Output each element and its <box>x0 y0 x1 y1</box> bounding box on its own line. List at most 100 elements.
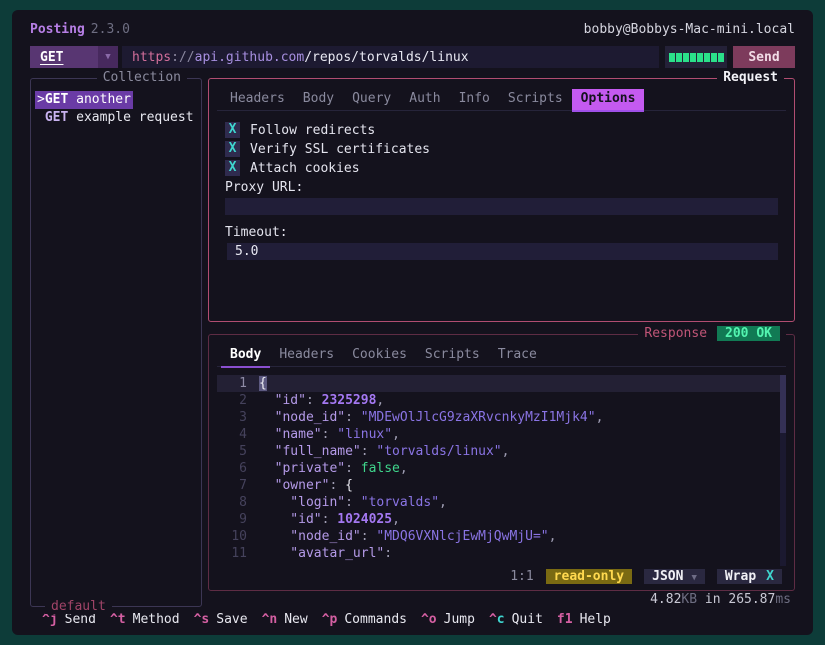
keybinding-key: ^n <box>262 612 278 627</box>
wrap-label: Wrap <box>725 569 756 584</box>
keybinding-quit[interactable]: ^c Quit <box>489 612 557 627</box>
keybinding-key: ^p <box>322 612 338 627</box>
checkbox-label: Follow redirects <box>250 122 375 139</box>
keybinding-jump[interactable]: ^oJump <box>421 612 489 627</box>
response-body-editor[interactable]: 1{2 "id": 2325298,3 "node_id": "MDEwOlJl… <box>217 375 786 566</box>
request-tab-body[interactable]: Body <box>294 89 343 110</box>
keybinding-method[interactable]: ^tMethod <box>110 612 194 627</box>
checkbox-label: Verify SSL certificates <box>250 141 430 158</box>
keybinding-key: ^s <box>194 612 210 627</box>
response-tab-headers[interactable]: Headers <box>270 345 343 366</box>
timeout-label: Timeout: <box>225 224 778 242</box>
progress-block <box>669 53 675 62</box>
line-number: 3 <box>217 409 247 426</box>
request-tab-query[interactable]: Query <box>343 89 400 110</box>
code-token: "avatar_url" <box>259 546 384 561</box>
progress-block <box>704 53 710 62</box>
top-bar: Posting2.3.0 bobby@Bobbys-Mac-mini.local <box>30 18 795 40</box>
keybinding-key: ^c <box>489 612 505 627</box>
code-line: 7 "owner": { <box>217 477 786 494</box>
url-host: api.github.com <box>195 50 305 65</box>
main-area: Collection >GET another GET example requ… <box>30 78 795 607</box>
request-tab-info[interactable]: Info <box>450 89 499 110</box>
code-token: , <box>596 410 604 425</box>
terminal-frame: Posting2.3.0 bobby@Bobbys-Mac-mini.local… <box>0 0 825 645</box>
code-token: "MDEwOlJlcG9zaXRvcnkyMzI1Mjk4" <box>361 410 596 425</box>
option-checkbox-row[interactable]: XAttach cookies <box>225 159 778 177</box>
response-size-unit: KB <box>681 592 697 607</box>
method-select[interactable]: GET ▼ <box>30 46 118 68</box>
checkbox-checked-icon[interactable]: X <box>225 141 240 157</box>
option-checkbox-row[interactable]: X Verify SSL certificates <box>225 140 778 158</box>
request-method-label: GET <box>45 110 68 125</box>
code-token: "id" <box>259 393 306 408</box>
code-content: "avatar_url": <box>247 545 392 562</box>
response-title: Response <box>644 326 707 341</box>
code-token: , <box>392 427 400 442</box>
collection-panel: Collection >GET another GET example requ… <box>30 78 202 607</box>
checkbox-checked-icon[interactable]: X <box>225 160 240 176</box>
code-token: , <box>439 495 447 510</box>
timeout-input[interactable]: 5.0 <box>227 243 778 260</box>
keybinding-label: New <box>284 612 307 627</box>
url-protocol: https <box>132 50 171 65</box>
response-tab-body[interactable]: Body <box>221 345 270 366</box>
line-number: 4 <box>217 426 247 443</box>
code-content: "node_id": "MDEwOlJlcG9zaXRvcnkyMzI1Mjk4… <box>247 409 603 426</box>
keybinding-commands[interactable]: ^p Commands <box>322 612 421 627</box>
collection-item[interactable]: >GET another <box>35 91 133 109</box>
keybinding-help[interactable]: f1Help <box>557 612 625 627</box>
code-token: : <box>361 529 377 544</box>
line-number: 8 <box>217 494 247 511</box>
app-title: Posting2.3.0 <box>30 22 130 37</box>
collection-footer-label: default <box>45 599 112 614</box>
response-tabs: BodyHeadersCookiesScriptsTrace <box>217 345 786 367</box>
right-column: Request HeadersBodyQueryAuthInfoScriptsO… <box>208 78 795 607</box>
line-number: 7 <box>217 477 247 494</box>
request-tab-headers[interactable]: Headers <box>221 89 294 110</box>
option-checkbox-row[interactable]: X Follow redirects <box>225 121 778 139</box>
keybinding-new[interactable]: ^n New <box>262 612 322 627</box>
response-tab-cookies[interactable]: Cookies <box>343 345 416 366</box>
editor-scrollbar[interactable] <box>780 375 786 566</box>
url-bar: GET ▼ https://api.github.com/repos/torva… <box>30 46 795 68</box>
url-separator: :// <box>171 50 194 65</box>
code-token: , <box>400 461 408 476</box>
keybinding-label: Commands <box>344 612 407 627</box>
collection-title: Collection <box>97 70 187 85</box>
url-input[interactable]: https://api.github.com/repos/torvalds/li… <box>122 46 659 68</box>
keybinding-label: Quit <box>512 612 543 627</box>
code-token: "full_name" <box>259 444 361 459</box>
code-token: : <box>345 461 361 476</box>
send-button[interactable]: Send <box>733 46 795 68</box>
scrollbar-thumb[interactable] <box>780 375 786 433</box>
code-token: "torvalds" <box>361 495 439 510</box>
request-name-label: example request <box>68 110 193 125</box>
request-tab-options[interactable]: Options <box>572 89 645 110</box>
app-version: 2.3.0 <box>91 22 130 37</box>
code-content: "node_id": "MDQ6VXNlcjEwMjQwMjU=", <box>247 528 556 545</box>
request-tab-auth[interactable]: Auth <box>400 89 449 110</box>
keybinding-save[interactable]: ^sSave <box>194 612 262 627</box>
status-badge: 200 OK <box>717 326 780 341</box>
progress-bar <box>665 46 727 68</box>
response-tab-trace[interactable]: Trace <box>489 345 546 366</box>
response-tab-scripts[interactable]: Scripts <box>416 345 489 366</box>
keybindings-footer: ^jSend^tMethod^sSave^nNew^pCommands^oJum… <box>30 607 795 631</box>
code-token: : <box>345 495 361 510</box>
format-select[interactable]: JSON▼ <box>644 569 705 584</box>
format-label: JSON <box>652 569 683 584</box>
checkbox-checked-icon[interactable]: X <box>225 122 240 138</box>
request-panel: Request HeadersBodyQueryAuthInfoScriptsO… <box>208 78 795 322</box>
code-token: , <box>549 529 557 544</box>
wrap-toggle[interactable]: WrapX <box>717 569 782 584</box>
code-token: "owner" <box>259 478 329 493</box>
request-tab-scripts[interactable]: Scripts <box>499 89 572 110</box>
code-content: { <box>247 375 267 392</box>
proxy-url-input[interactable] <box>225 198 778 215</box>
progress-block <box>683 53 689 62</box>
collection-item[interactable]: GET example request <box>35 109 197 127</box>
response-panel: Response 200 OK BodyHeadersCookiesScript… <box>208 334 795 591</box>
line-number: 6 <box>217 460 247 477</box>
posting-app: Posting2.3.0 bobby@Bobbys-Mac-mini.local… <box>12 10 813 635</box>
